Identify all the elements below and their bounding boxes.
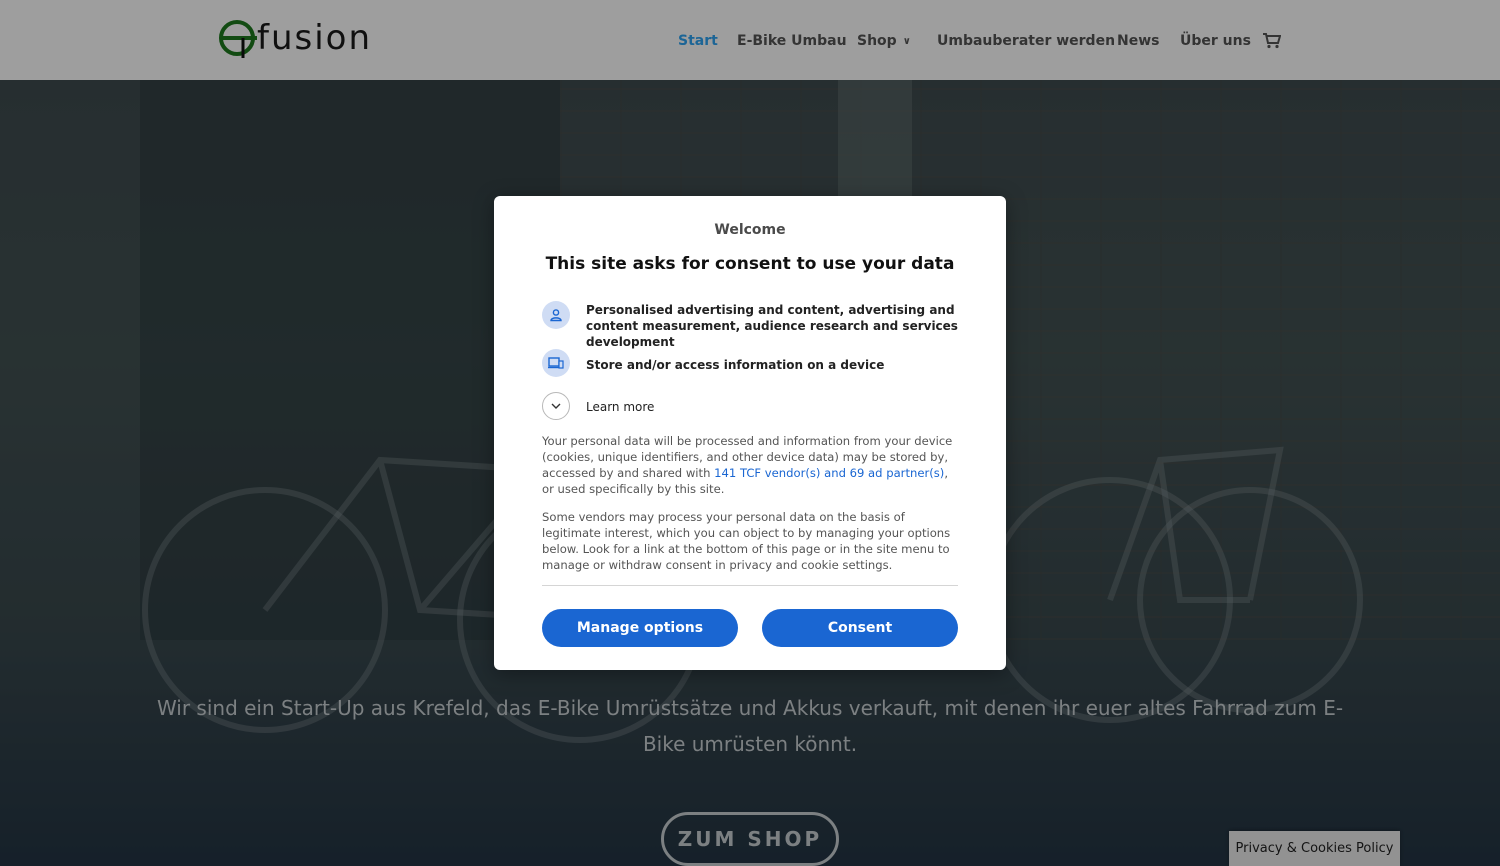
divider (542, 585, 958, 586)
learn-more-label: Learn more (586, 400, 655, 414)
consent-button[interactable]: Consent (762, 609, 958, 647)
purpose-personalised-ads: Personalised advertising and content, ad… (542, 301, 962, 349)
dialog-title: This site asks for consent to use your d… (545, 254, 955, 274)
purpose-text: Personalised advertising and content, ad… (586, 303, 958, 349)
manage-options-button[interactable]: Manage options (542, 609, 738, 647)
purpose-store-access: Store and/or access information on a dev… (542, 349, 962, 379)
consent-paragraph-1: Your personal data will be processed and… (542, 433, 958, 497)
chevron-down-icon (542, 392, 570, 420)
learn-more-toggle[interactable]: Learn more (542, 392, 962, 422)
consent-paragraph-2: Some vendors may process your personal d… (542, 510, 951, 572)
person-icon (542, 301, 570, 329)
dialog-welcome: Welcome (714, 222, 786, 238)
devices-icon (542, 349, 570, 377)
vendors-link[interactable]: 141 TCF vendor(s) and 69 ad partner(s) (714, 466, 944, 480)
purpose-text: Store and/or access information on a dev… (586, 358, 885, 372)
consent-dialog: Welcome This site asks for consent to us… (494, 196, 1006, 670)
